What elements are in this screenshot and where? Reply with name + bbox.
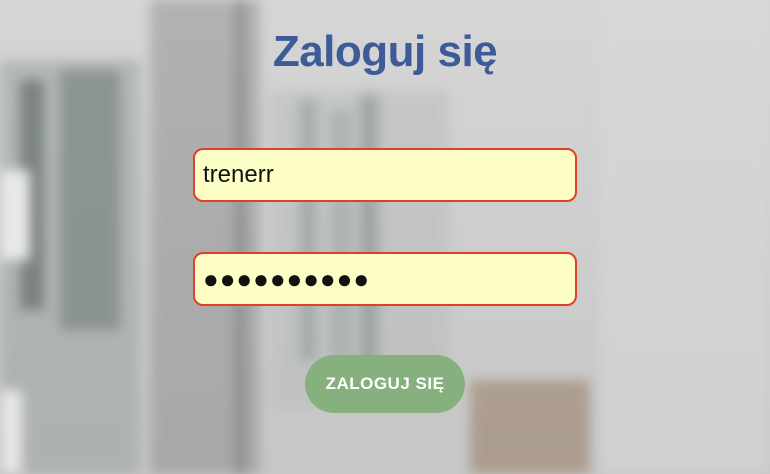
login-button[interactable]: ZALOGUJ SIĘ — [305, 355, 465, 413]
page-title: Zaloguj się — [272, 27, 498, 76]
password-input[interactable] — [193, 252, 577, 306]
username-input[interactable] — [193, 148, 577, 202]
login-form: Zaloguj się ZALOGUJ SIĘ — [0, 0, 770, 474]
